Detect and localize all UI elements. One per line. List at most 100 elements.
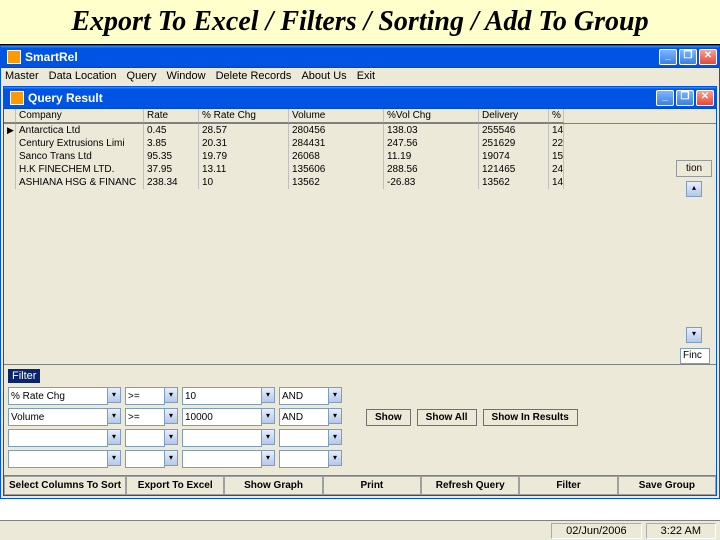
header-company[interactable]: Company <box>16 109 144 123</box>
header-pct[interactable]: % <box>549 109 564 123</box>
filter-field-combo[interactable]: % Rate Chg <box>8 387 108 405</box>
filter-field-combo[interactable] <box>8 429 108 447</box>
cell: 14 <box>549 176 564 189</box>
menu-exit[interactable]: Exit <box>357 70 375 82</box>
inner-minimize-button[interactable]: _ <box>656 90 674 106</box>
chevron-down-icon[interactable]: ▾ <box>328 387 342 403</box>
menu-about-us[interactable]: About Us <box>301 70 346 82</box>
chevron-down-icon[interactable]: ▾ <box>328 450 342 466</box>
table-row[interactable]: ▶Antarctica Ltd0.4528.57280456138.032555… <box>4 124 716 137</box>
cell: 28.57 <box>199 124 289 137</box>
cell: 284431 <box>289 137 384 150</box>
header-vol-chg[interactable]: %Vol Chg <box>384 109 479 123</box>
show-in-results-button[interactable]: Show In Results <box>483 409 578 426</box>
scroll-down-button[interactable]: ▾ <box>686 327 702 343</box>
right-sidebar-fragment: tion ▴ ▾ <box>676 160 712 473</box>
chevron-down-icon[interactable]: ▾ <box>164 429 178 445</box>
header-volume[interactable]: Volume <box>289 109 384 123</box>
results-grid-wrap: Company Rate % Rate Chg Volume %Vol Chg … <box>4 109 716 364</box>
cell: 10 <box>199 176 289 189</box>
cell: ASHIANA HSG & FINANC <box>16 176 144 189</box>
chevron-down-icon[interactable]: ▾ <box>164 450 178 466</box>
filter-value-input[interactable]: 10 <box>182 387 262 405</box>
show-graph-button[interactable]: Show Graph <box>224 476 322 495</box>
row-indicator-header <box>4 109 16 123</box>
filter-button[interactable]: Filter <box>519 476 617 495</box>
filter-row: ▾ ▾ ▾ ▾ <box>8 450 712 468</box>
cell: 19074 <box>479 150 549 163</box>
save-group-button[interactable]: Save Group <box>618 476 716 495</box>
cell: 138.03 <box>384 124 479 137</box>
filter-logic-combo[interactable]: AND <box>279 387 329 405</box>
chevron-down-icon[interactable]: ▾ <box>164 408 178 424</box>
chevron-down-icon[interactable]: ▾ <box>107 387 121 403</box>
cell: 121465 <box>479 163 549 176</box>
filter-field-combo[interactable] <box>8 450 108 468</box>
cell: 13562 <box>289 176 384 189</box>
table-row[interactable]: Century Extrusions Limi3.8520.3128443124… <box>4 137 716 150</box>
cell: H.K FINECHEM LTD. <box>16 163 144 176</box>
chevron-down-icon[interactable]: ▾ <box>107 429 121 445</box>
menu-delete-records[interactable]: Delete Records <box>216 70 292 82</box>
cell: Antarctica Ltd <box>16 124 144 137</box>
table-row[interactable]: Sanco Trans Ltd95.3519.792606811.1919074… <box>4 150 716 163</box>
header-rate[interactable]: Rate <box>144 109 199 123</box>
cell: 288.56 <box>384 163 479 176</box>
show-button[interactable]: Show <box>366 409 411 426</box>
cell: 14 <box>549 124 564 137</box>
row-indicator <box>4 176 16 189</box>
filter-op-combo[interactable]: >= <box>125 387 165 405</box>
cell: 19.79 <box>199 150 289 163</box>
minimize-button[interactable]: _ <box>659 49 677 65</box>
chevron-down-icon[interactable]: ▾ <box>261 429 275 445</box>
presentation-title-banner: Export To Excel / Filters / Sorting / Ad… <box>0 0 720 45</box>
find-box-fragment[interactable]: Finc <box>680 348 710 364</box>
chevron-down-icon[interactable]: ▾ <box>261 408 275 424</box>
cell: 135606 <box>289 163 384 176</box>
app-title: SmartRel <box>25 50 659 64</box>
header-delivery[interactable]: Delivery <box>479 109 549 123</box>
maximize-button[interactable]: ❐ <box>679 49 697 65</box>
filter-op-combo[interactable] <box>125 429 165 447</box>
menu-query[interactable]: Query <box>127 70 157 82</box>
show-all-button[interactable]: Show All <box>417 409 477 426</box>
chevron-down-icon[interactable]: ▾ <box>164 387 178 403</box>
select-columns-button[interactable]: Select Columns To Sort <box>4 476 126 495</box>
chevron-down-icon[interactable]: ▾ <box>328 429 342 445</box>
close-button[interactable]: ✕ <box>699 49 717 65</box>
menu-window[interactable]: Window <box>166 70 205 82</box>
inner-title: Query Result <box>28 91 656 105</box>
inner-maximize-button[interactable]: ❐ <box>676 90 694 106</box>
chevron-down-icon[interactable]: ▾ <box>107 408 121 424</box>
header-rate-chg[interactable]: % Rate Chg <box>199 109 289 123</box>
chevron-down-icon[interactable]: ▾ <box>261 387 275 403</box>
chevron-down-icon[interactable]: ▾ <box>328 408 342 424</box>
menu-master[interactable]: Master <box>5 70 39 82</box>
filter-field-combo[interactable]: Volume <box>8 408 108 426</box>
refresh-query-button[interactable]: Refresh Query <box>421 476 519 495</box>
filter-op-combo[interactable]: >= <box>125 408 165 426</box>
cell: Century Extrusions Limi <box>16 137 144 150</box>
cell: 11.19 <box>384 150 479 163</box>
chevron-down-icon[interactable]: ▾ <box>261 450 275 466</box>
statusbar: 02/Jun/2006 3:22 AM <box>0 520 720 540</box>
table-row[interactable]: ASHIANA HSG & FINANC238.341013562-26.831… <box>4 176 716 189</box>
status-time: 3:22 AM <box>646 523 716 539</box>
filter-op-combo[interactable] <box>125 450 165 468</box>
inner-titlebar: Query Result _ ❐ ✕ <box>4 87 716 109</box>
filter-logic-combo[interactable] <box>279 429 329 447</box>
table-row[interactable]: H.K FINECHEM LTD.37.9513.11135606288.561… <box>4 163 716 176</box>
filter-value-input[interactable] <box>182 429 262 447</box>
scroll-up-button[interactable]: ▴ <box>686 181 702 197</box>
export-excel-button[interactable]: Export To Excel <box>126 476 224 495</box>
filter-value-input[interactable]: 10000 <box>182 408 262 426</box>
chevron-down-icon[interactable]: ▾ <box>107 450 121 466</box>
menu-data-location[interactable]: Data Location <box>49 70 117 82</box>
filter-logic-combo[interactable]: AND <box>279 408 329 426</box>
cell: 251629 <box>479 137 549 150</box>
inner-window-controls: _ ❐ ✕ <box>656 90 714 106</box>
filter-logic-combo[interactable] <box>279 450 329 468</box>
print-button[interactable]: Print <box>323 476 421 495</box>
filter-value-input[interactable] <box>182 450 262 468</box>
inner-close-button[interactable]: ✕ <box>696 90 714 106</box>
